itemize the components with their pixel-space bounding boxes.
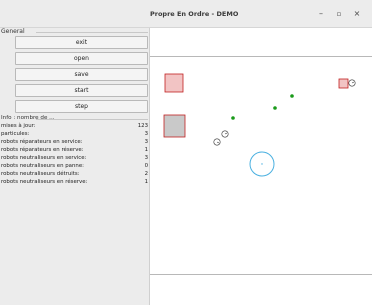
- particle-square: [338, 78, 349, 89]
- stat-row-neutralizer-destroyed: robots neutraliseurs détruits: 2: [1, 170, 148, 178]
- stat-value: 3: [144, 139, 148, 145]
- title-bar: Propre En Ordre - DEMO – ▫ ×: [0, 0, 372, 28]
- stat-label: robots neutraliseurs en panne:: [1, 163, 84, 169]
- particle-square: [164, 73, 184, 93]
- info-group-divider: [36, 119, 148, 120]
- neutralizer-robot: [221, 130, 229, 138]
- simulation-scene: [163, 73, 356, 177]
- stat-label: robots neutraliseurs en réserve:: [1, 179, 88, 185]
- control-panel: General exit open save start step Info :…: [0, 28, 150, 305]
- repair-robot: [231, 116, 235, 120]
- general-group-divider: [36, 32, 148, 33]
- stat-value: 123: [137, 123, 148, 129]
- stat-row-updates: mises à jour: 123: [1, 122, 148, 130]
- start-button[interactable]: start: [15, 84, 148, 97]
- stat-label: mises à jour:: [1, 123, 36, 129]
- repair-robot: [273, 106, 277, 110]
- repair-robot: [290, 94, 294, 98]
- stat-row-neutralizer-in-reserve: robots neutraliseurs en réserve: 1: [1, 178, 148, 186]
- stat-value: 1: [144, 179, 148, 185]
- stat-label: robots neutraliseurs détruits:: [1, 171, 80, 177]
- open-button[interactable]: open: [15, 52, 148, 65]
- stat-label: robots réparateurs en réserve:: [1, 147, 84, 153]
- stat-row-repair-in-reserve: robots réparateurs en réserve: 1: [1, 146, 148, 154]
- step-button[interactable]: step: [15, 100, 148, 113]
- minimize-icon[interactable]: –: [316, 9, 326, 19]
- stat-value: 3: [144, 155, 148, 161]
- stat-row-repair-in-service: robots réparateurs en service: 3: [1, 138, 148, 146]
- maximize-icon[interactable]: ▫: [334, 9, 344, 19]
- simulation-canvas[interactable]: [150, 56, 372, 275]
- stat-label: robots réparateurs en service:: [1, 139, 83, 145]
- stat-row-neutralizer-broken: robots neutraliseurs en panne: 0: [1, 162, 148, 170]
- stat-label: particules:: [1, 131, 30, 137]
- exit-button[interactable]: exit: [15, 36, 148, 49]
- neutralizer-robot: [348, 79, 356, 87]
- stat-row-particles: particules: 3: [1, 130, 148, 138]
- stat-row-neutralizer-in-service: robots neutraliseurs en service: 3: [1, 154, 148, 162]
- particle-square: [163, 114, 186, 138]
- general-group-title: General: [1, 28, 25, 35]
- base-station-center: [261, 163, 263, 165]
- close-icon[interactable]: ×: [352, 9, 362, 19]
- window-title: Propre En Ordre - DEMO: [150, 10, 239, 18]
- stat-value: 3: [144, 131, 148, 137]
- save-button[interactable]: save: [15, 68, 148, 81]
- neutralizer-robot: [213, 138, 221, 146]
- stat-value: 1: [144, 147, 148, 153]
- stat-value: 0: [144, 163, 148, 169]
- stat-value: 2: [144, 171, 148, 177]
- stat-label: robots neutraliseurs en service:: [1, 155, 87, 161]
